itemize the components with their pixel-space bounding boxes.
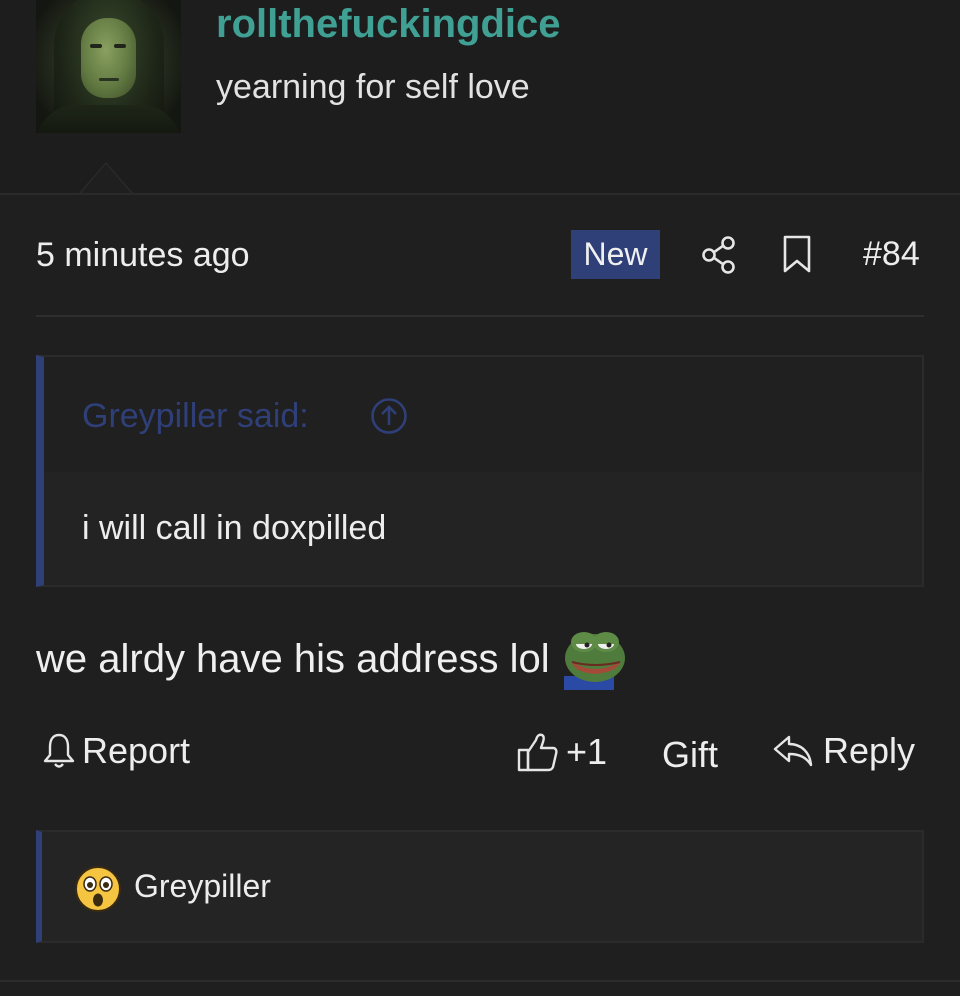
quote-text: i will call in doxpilled — [82, 509, 387, 547]
reply-arrow-icon — [773, 735, 813, 767]
avatar-eye — [114, 44, 126, 48]
reply-button[interactable]: Reply — [771, 730, 915, 772]
share-icon[interactable] — [701, 235, 737, 275]
bottom-divider — [0, 980, 960, 982]
arrow-up-circle-icon[interactable] — [370, 397, 408, 435]
post-header: rollthefuckingdice yearning for self lov… — [0, 0, 960, 195]
post-time[interactable]: 5 minutes ago — [36, 236, 250, 275]
thumbs-up-icon — [517, 733, 558, 772]
astonished-face-icon — [75, 866, 121, 912]
new-badge: New — [571, 230, 660, 279]
avatar-mouth — [99, 78, 119, 81]
gift-button[interactable]: Gift — [662, 734, 718, 776]
user-avatar[interactable] — [36, 0, 181, 133]
avatar-eye — [90, 44, 102, 48]
like-count: +1 — [566, 731, 608, 772]
reactions-bar[interactable]: Greypiller — [36, 830, 924, 943]
user-title: yearning for self love — [216, 68, 530, 106]
bookmark-icon[interactable] — [782, 235, 812, 273]
reply-label: Reply — [823, 730, 916, 771]
quote-block: Greypiller said: i will call in doxpille… — [36, 355, 924, 587]
post-actions: Report +1 Gift Reply — [36, 730, 924, 786]
message-text: we alrdy have his address lol — [36, 636, 550, 681]
post-meta-row: 5 minutes ago New #84 — [36, 230, 924, 282]
pepe-emoji — [563, 632, 625, 690]
username-link[interactable]: rollthefuckingdice — [216, 2, 561, 47]
avatar-shoulders — [36, 105, 181, 133]
post-number[interactable]: #84 — [863, 235, 920, 274]
bell-icon — [43, 733, 75, 768]
reaction-user[interactable]: Greypiller — [134, 868, 271, 905]
quote-header: Greypiller said: — [44, 357, 922, 472]
like-button[interactable]: +1 — [516, 730, 607, 774]
meta-divider — [36, 315, 924, 317]
avatar-face — [81, 18, 136, 98]
header-pointer — [79, 162, 133, 193]
report-label: Report — [82, 730, 191, 771]
post-message: we alrdy have his address lol — [36, 626, 628, 692]
report-button[interactable]: Report — [42, 730, 190, 772]
quote-author[interactable]: Greypiller said: — [82, 397, 309, 436]
